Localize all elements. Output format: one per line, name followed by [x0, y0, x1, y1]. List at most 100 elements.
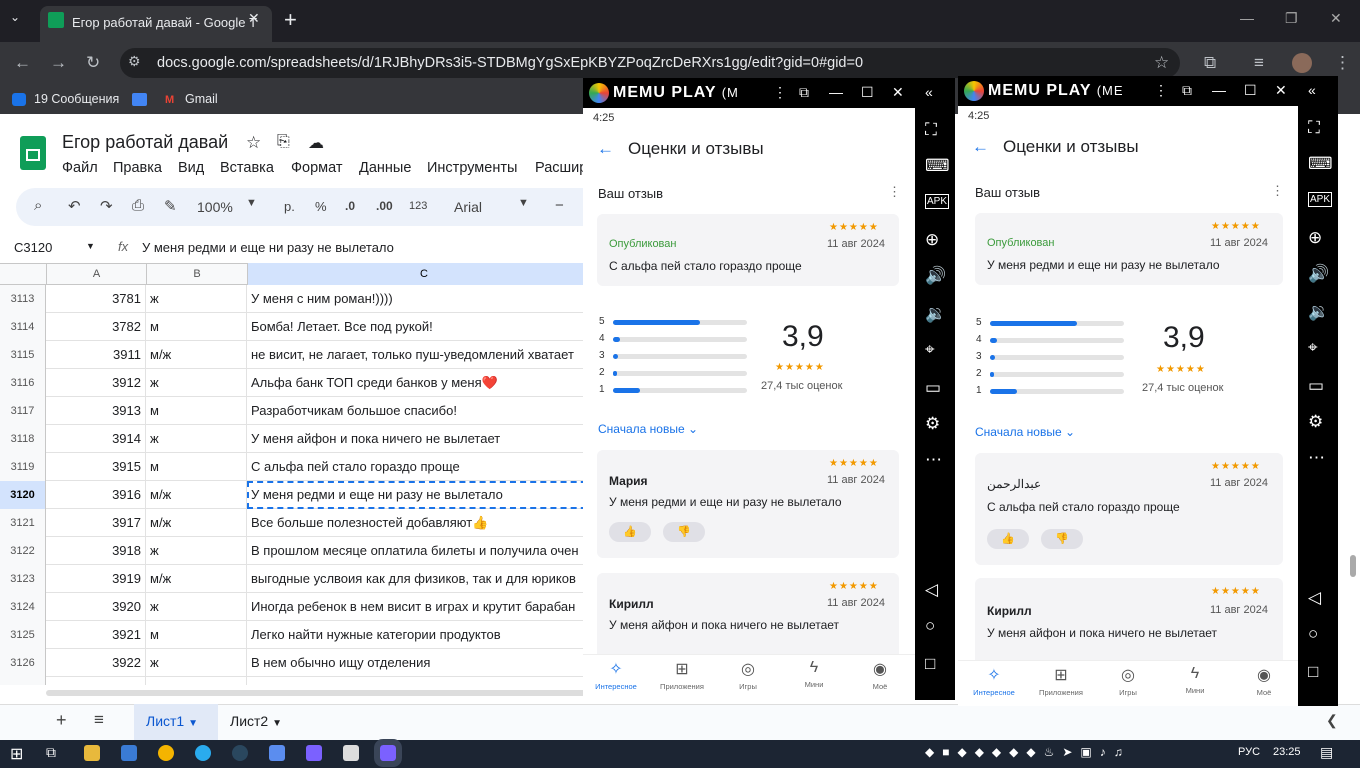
memu-screen-icon[interactable]: ⧉ — [799, 84, 809, 101]
cell-c[interactable]: Все больше полезностей добавляют👍 — [247, 509, 600, 537]
memu-taskbar-icon-active[interactable] — [374, 739, 402, 767]
maximize-icon[interactable]: ❐ — [1285, 10, 1298, 27]
row-number[interactable]: 3121 — [0, 509, 46, 537]
add-sheet-button[interactable]: + — [56, 710, 67, 731]
sort-dropdown[interactable]: Сначала новые ⌄ — [975, 425, 1075, 439]
memu-maximize-icon[interactable]: ☐ — [861, 84, 874, 101]
sheet-tab-2[interactable]: Лист2 ▼ — [230, 713, 282, 729]
explorer-icon[interactable] — [84, 745, 100, 761]
chrome-icon[interactable] — [158, 745, 174, 761]
sheets-logo-icon[interactable] — [20, 136, 46, 170]
thumbs-up-icon[interactable]: 👍 — [609, 522, 651, 542]
nav-mine[interactable]: ◉ Моё — [852, 659, 908, 691]
cell-c[interactable]: не висит, не лагает, только пуш-уведомле… — [247, 341, 600, 369]
more-formats-button[interactable]: 123 — [409, 200, 427, 212]
fullscreen-icon[interactable]: ⛶ — [1308, 118, 1320, 138]
multi-window-icon[interactable]: ⊕ — [1308, 228, 1322, 248]
cell-b[interactable]: ж — [146, 285, 247, 313]
cell-a[interactable]: 3917 — [46, 509, 146, 537]
menu-file[interactable]: Файл — [62, 160, 98, 176]
language-indicator[interactable]: РУС — [1238, 746, 1260, 758]
all-sheets-button[interactable]: ≡ — [94, 710, 104, 730]
zoom-select[interactable]: 100% — [197, 199, 233, 215]
memu-collapse-icon[interactable]: « — [925, 84, 933, 100]
decrease-font-size-icon[interactable]: − — [555, 197, 564, 214]
nav-interesting[interactable]: ✧ Интересное — [588, 659, 644, 691]
bookmark-gmail[interactable]: Gmail — [185, 92, 218, 106]
location-icon[interactable]: ⌖ — [925, 340, 935, 360]
star-icon[interactable]: ☆ — [246, 133, 261, 153]
cell-c[interactable]: Бомба! Летает. Все под рукой! — [247, 313, 600, 341]
bookmark-messages[interactable]: 19 Сообщения — [34, 92, 119, 106]
back-arrow-icon[interactable]: ← — [597, 139, 614, 158]
cell-c[interactable]: В прошлом месяце оплатила билеты и получ… — [247, 537, 600, 565]
nav-games[interactable]: ◎ Игры — [720, 659, 776, 691]
menu-extensions[interactable]: Расшир — [535, 160, 587, 176]
task-view-icon[interactable]: ⧉ — [46, 744, 56, 761]
column-header-b[interactable]: B — [146, 263, 247, 285]
close-window-icon[interactable]: ✕ — [1330, 10, 1342, 27]
notifications-icon[interactable]: ▤ — [1320, 744, 1333, 761]
tab-close-icon[interactable]: ✕ — [248, 10, 260, 27]
cell-b[interactable]: м — [146, 621, 247, 649]
more-options-icon[interactable]: ⋮ — [888, 184, 901, 200]
chrome-menu-icon[interactable]: ⋮ — [1334, 53, 1351, 73]
cell-b[interactable]: м — [146, 313, 247, 341]
cell-c[interactable]: выгодные услвоия как для физиков, так и … — [247, 565, 600, 593]
minimize-icon[interactable]: — — [1240, 10, 1254, 26]
memu-menu-icon[interactable]: ⋮ — [773, 84, 787, 101]
nav-interesting[interactable]: ✧ Интересное — [966, 665, 1022, 697]
zoom-chevron-icon[interactable]: ▼ — [246, 197, 257, 209]
cell-b[interactable]: ж — [146, 537, 247, 565]
memu-close-icon[interactable]: ✕ — [892, 84, 904, 101]
volume-up-icon[interactable]: 🔊 — [925, 266, 946, 286]
volume-down-icon[interactable]: 🔉 — [1308, 302, 1329, 322]
sheet-tab-1[interactable]: Лист1 ▼ — [134, 704, 218, 740]
new-tab-button[interactable]: + — [284, 7, 297, 33]
cell-c[interactable]: с xiaomi приколов с работой прилы не был… — [247, 677, 600, 685]
menu-data[interactable]: Данные — [359, 160, 411, 176]
vertical-scrollbar[interactable] — [1350, 555, 1356, 577]
row-number[interactable]: 3124 — [0, 593, 46, 621]
percent-format-button[interactable]: % — [315, 199, 327, 214]
undo-icon[interactable]: ↶ — [68, 197, 81, 215]
cell-b[interactable]: м/ж — [146, 565, 247, 593]
cell-a[interactable]: 3782 — [46, 313, 146, 341]
row-number[interactable]: 3119 — [0, 453, 46, 481]
android-home-icon[interactable]: ○ — [1308, 624, 1318, 644]
cell-a[interactable]: 3919 — [46, 565, 146, 593]
document-title[interactable]: Егор работай давай — [62, 132, 228, 153]
cell-b[interactable]: м/ж — [146, 341, 247, 369]
cloud-status-icon[interactable]: ☁ — [308, 133, 324, 153]
print-icon[interactable]: ⎙ — [132, 197, 144, 214]
cell-a[interactable]: 3914 — [46, 425, 146, 453]
store-icon[interactable] — [121, 745, 137, 761]
cell-a[interactable]: 3921 — [46, 621, 146, 649]
horizontal-scrollbar[interactable] — [46, 690, 586, 696]
multi-window-icon[interactable]: ⊕ — [925, 230, 939, 250]
name-box[interactable]: C3120 — [14, 240, 52, 255]
cell-b[interactable]: ж — [146, 369, 247, 397]
reload-icon[interactable]: ↻ — [86, 53, 100, 73]
cell-c[interactable]: Альфа банк ТОП среди банков у меня❤️ — [247, 369, 600, 397]
memu-taskbar-icon[interactable] — [306, 745, 322, 761]
cell-a[interactable]: 3781 — [46, 285, 146, 313]
media-icon[interactable]: ≡ — [1254, 53, 1264, 73]
memu-collapse-icon[interactable]: « — [1308, 82, 1316, 98]
keyboard-icon[interactable]: ⌨ — [1308, 154, 1333, 174]
memu-maximize-icon[interactable]: ☐ — [1244, 82, 1257, 99]
app-icon[interactable] — [269, 745, 285, 761]
search-icon[interactable]: ⌕ — [34, 197, 42, 214]
memu-menu-icon[interactable]: ⋮ — [1154, 82, 1168, 99]
font-chevron-icon[interactable]: ▼ — [518, 197, 529, 209]
redo-icon[interactable]: ↷ — [100, 197, 113, 215]
row-number[interactable]: 3114 — [0, 313, 46, 341]
cell-b[interactable]: м/ж — [146, 481, 247, 509]
cell-a[interactable]: 3915 — [46, 453, 146, 481]
location-icon[interactable]: ⌖ — [1308, 338, 1318, 358]
row-number[interactable]: 3123 — [0, 565, 46, 593]
paint-format-icon[interactable]: ✎ — [164, 197, 177, 215]
keyboard-icon[interactable]: ⌨ — [925, 156, 950, 176]
back-icon[interactable]: ← — [14, 53, 31, 73]
cell-b[interactable]: ж — [146, 649, 247, 677]
